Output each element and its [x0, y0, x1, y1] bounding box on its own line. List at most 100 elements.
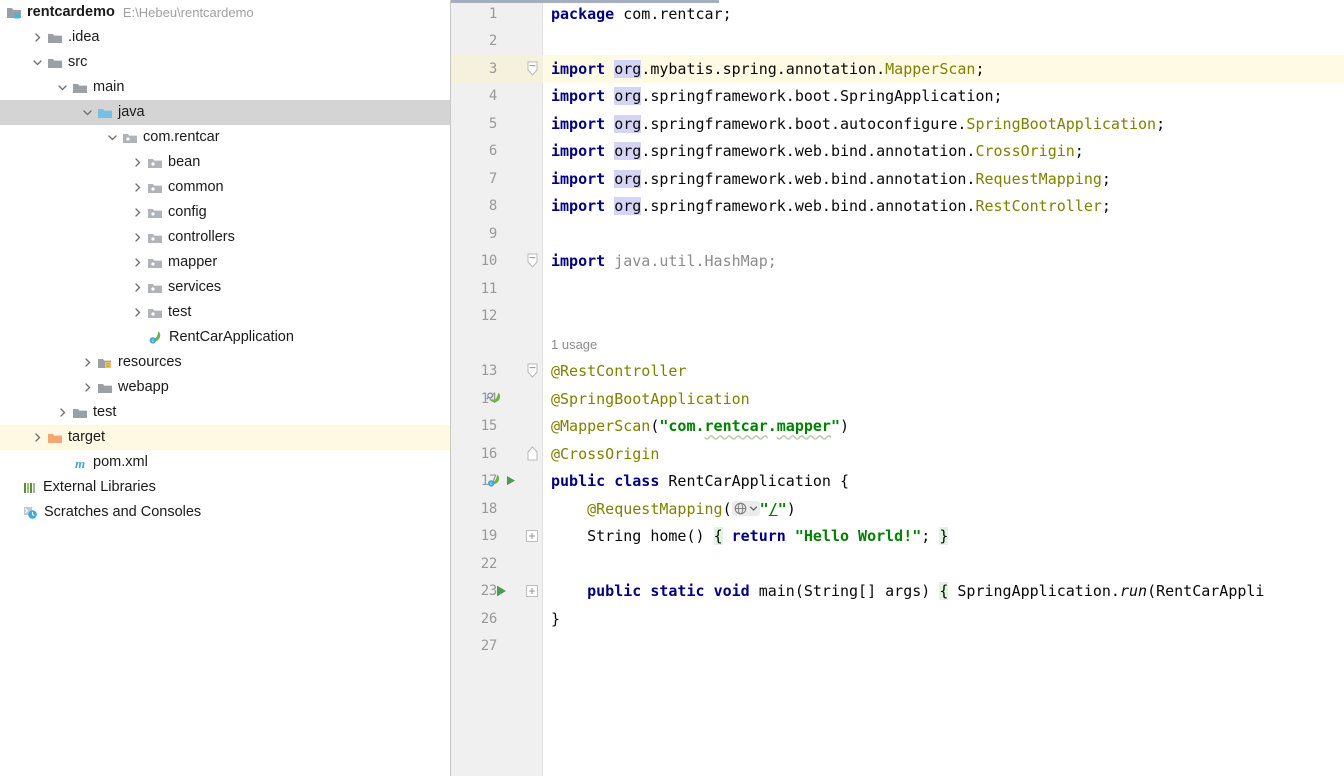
line-gutter[interactable] [451, 330, 543, 358]
tree-node-services[interactable]: services [0, 275, 450, 300]
line-gutter[interactable]: 16 [451, 440, 543, 468]
tree-node-test[interactable]: test [0, 400, 450, 425]
code-line[interactable]: 2 [451, 28, 1344, 56]
code-text[interactable]: package com.rentcar; [543, 5, 1344, 23]
spring-run-icons[interactable]: c [485, 472, 527, 490]
code-line[interactable]: 14 @SpringBootApplication [451, 385, 1344, 413]
chevron-right-icon[interactable] [131, 206, 144, 219]
tree-node-src[interactable]: src [0, 50, 450, 75]
line-gutter[interactable]: 11 [451, 275, 543, 303]
tree-node-pom-xml[interactable]: m pom.xml [0, 450, 450, 475]
line-gutter[interactable]: 7 [451, 165, 543, 193]
chevron-right-icon[interactable] [131, 156, 144, 169]
code-line[interactable]: 11 [451, 275, 1344, 303]
code-text[interactable]: @MapperScan("com.rentcar.mapper") [543, 417, 1344, 435]
code-text[interactable]: @SpringBootApplication [543, 390, 1344, 408]
code-line[interactable]: 18 @RequestMapping("/") [451, 495, 1344, 523]
code-line[interactable]: 22 [451, 550, 1344, 578]
spring-bean-search-icon[interactable] [485, 390, 502, 407]
code-line[interactable]: 23 public static void main(String[] args… [451, 578, 1344, 606]
fold-collapse-icon[interactable] [526, 253, 539, 269]
editor-code-area[interactable]: 1 package com.rentcar; 2 3 import org.mybati… [451, 0, 1344, 776]
chevron-right-icon[interactable] [56, 406, 69, 419]
chevron-right-icon[interactable] [31, 431, 44, 444]
line-gutter[interactable]: 12 [451, 303, 543, 331]
code-line[interactable]: 12 [451, 303, 1344, 331]
line-gutter[interactable]: 14 [451, 385, 543, 413]
code-text[interactable]: String home() { return "Hello World!"; } [543, 527, 1344, 546]
tree-node-java[interactable]: java [0, 100, 450, 125]
line-gutter[interactable]: 1 [451, 0, 543, 28]
fold-region-end-icon[interactable] [526, 446, 539, 462]
fold-expand-icon[interactable] [525, 584, 539, 598]
line-gutter[interactable]: 17 c [451, 468, 543, 496]
code-text[interactable]: public class RentCarApplication { [543, 472, 1344, 490]
code-text[interactable]: public static void main(String[] args) {… [543, 582, 1344, 601]
url-globe-icon[interactable] [731, 500, 760, 516]
code-editor[interactable]: 1 package com.rentcar; 2 3 import org.mybati… [451, 0, 1344, 776]
code-line[interactable]: 6 import org.springframework.web.bind.ann… [451, 138, 1344, 166]
line-gutter[interactable]: 26 [451, 605, 543, 633]
code-line[interactable]: 16 @CrossOrigin [451, 440, 1344, 468]
line-gutter[interactable]: 3 [451, 55, 543, 83]
code-line[interactable]: 27 [451, 633, 1344, 661]
code-text[interactable]: @RestController [543, 362, 1344, 380]
fold-expand-icon[interactable] [525, 529, 539, 543]
line-gutter[interactable]: 22 [451, 550, 543, 578]
tree-node-resources[interactable]: resources [0, 350, 450, 375]
tree-node-rentcarapplication[interactable]: c RentCarApplication [0, 325, 450, 350]
tree-node-com-rentcar[interactable]: com.rentcar [0, 125, 450, 150]
code-line[interactable]: 1 package com.rentcar; [451, 0, 1344, 28]
line-gutter[interactable]: 27 [451, 633, 543, 661]
code-line[interactable]: 5 import org.springframework.boot.autocon… [451, 110, 1344, 138]
code-text[interactable]: import java.util.HashMap; [543, 252, 1344, 270]
tree-node-mapper[interactable]: mapper [0, 250, 450, 275]
line-gutter[interactable]: 6 [451, 138, 543, 166]
code-text[interactable]: import org.springframework.boot.autoconf… [543, 114, 1344, 133]
code-line[interactable]: 10 import java.util.HashMap; [451, 248, 1344, 276]
fold-collapse-icon[interactable] [526, 61, 539, 77]
chevron-right-icon[interactable] [81, 356, 94, 369]
chevron-right-icon[interactable] [131, 256, 144, 269]
code-line[interactable]: 9 [451, 220, 1344, 248]
code-line[interactable]: 19 String home() { return "Hello World!"… [451, 523, 1344, 551]
line-gutter[interactable]: 10 [451, 248, 543, 276]
tree-node-bean[interactable]: bean [0, 150, 450, 175]
line-gutter[interactable]: 5 [451, 110, 543, 138]
run-icon[interactable] [493, 583, 509, 599]
tree-node-webapp[interactable]: webapp [0, 375, 450, 400]
code-line[interactable]: 4 import org.springframework.boot.SpringA… [451, 83, 1344, 111]
tree-node-external-libraries[interactable]: External Libraries [0, 475, 450, 500]
tree-node-config[interactable]: config [0, 200, 450, 225]
tree-node-test[interactable]: test [0, 300, 450, 325]
code-text[interactable]: import org.springframework.web.bind.anno… [543, 169, 1344, 188]
line-gutter[interactable]: 8 [451, 193, 543, 221]
code-line[interactable]: 15 @MapperScan("com.rentcar.mapper") [451, 413, 1344, 441]
chevron-down-icon[interactable] [31, 56, 44, 69]
tree-node-main[interactable]: main [0, 75, 450, 100]
code-text[interactable]: @RequestMapping("/") [543, 500, 1344, 518]
fold-collapse-icon[interactable] [526, 363, 539, 379]
code-line[interactable]: 3 import org.mybatis.spring.annotation.Ma… [451, 55, 1344, 83]
tree-node--idea[interactable]: .idea [0, 25, 450, 50]
project-tool-window[interactable]: rentcardemo E:\Hebeu\rentcardemo .idea sr… [0, 0, 451, 776]
tree-node-controllers[interactable]: controllers [0, 225, 450, 250]
code-text[interactable]: } [543, 610, 1344, 628]
line-gutter[interactable]: 9 [451, 220, 543, 248]
chevron-down-icon[interactable] [106, 131, 119, 144]
line-gutter[interactable]: 4 [451, 83, 543, 111]
chevron-down-icon[interactable] [81, 106, 94, 119]
code-text[interactable]: import org.springframework.web.bind.anno… [543, 197, 1344, 216]
line-gutter[interactable]: 13 [451, 358, 543, 386]
line-gutter[interactable]: 23 [451, 578, 543, 606]
chevron-right-icon[interactable] [131, 231, 144, 244]
project-root-row[interactable]: rentcardemo E:\Hebeu\rentcardemo [0, 0, 450, 25]
usage-inlay-hint[interactable]: 1 usage [551, 337, 597, 352]
code-text[interactable]: 1 usage [543, 335, 1344, 353]
line-gutter[interactable]: 15 [451, 413, 543, 441]
chevron-right-icon[interactable] [131, 306, 144, 319]
project-tree[interactable]: .idea src main java com.rentcar bean common con… [0, 25, 450, 525]
tree-node-scratches-and-consoles[interactable]: Scratches and Consoles [0, 500, 450, 525]
code-text[interactable]: import org.mybatis.spring.annotation.Map… [543, 59, 1344, 78]
code-line[interactable]: 8 import org.springframework.web.bind.ann… [451, 193, 1344, 221]
